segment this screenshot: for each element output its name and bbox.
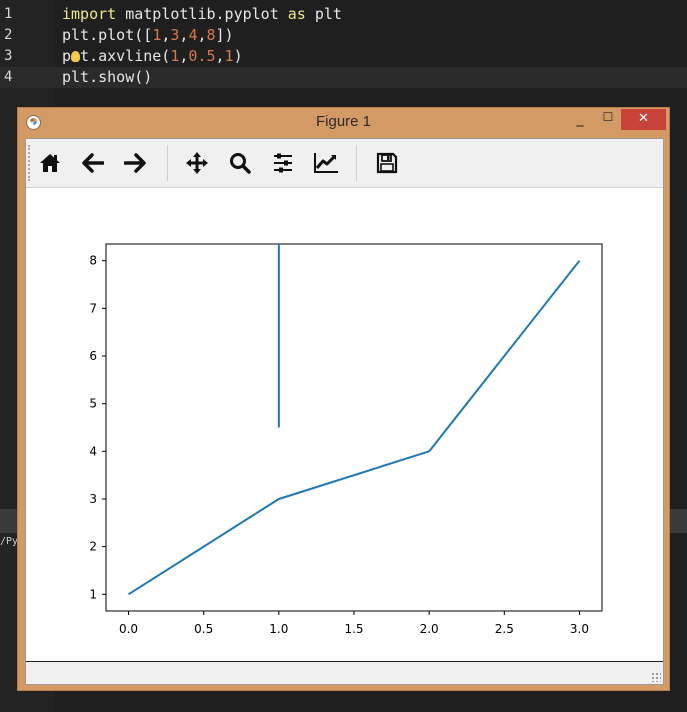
maximize-button[interactable]: ☐ (594, 110, 622, 131)
code-line[interactable]: 4 plt.show() (0, 67, 687, 88)
y-tick-label: 5 (89, 397, 97, 411)
x-tick-label: 2.5 (495, 622, 514, 636)
y-tick-label: 7 (89, 301, 97, 315)
pan-icon (185, 151, 209, 175)
back-arrow-icon (82, 153, 104, 173)
figure-client-area: 0.0 0.5 1.0 1.5 2.0 2.5 3.0 1 2 3 4 5 6 7 8 (25, 138, 664, 685)
code-token: , (197, 26, 207, 44)
code-line[interactable]: 1 import matplotlib.pyplot as plt (0, 4, 687, 25)
line-number: 4 (4, 69, 13, 85)
home-icon (39, 153, 61, 173)
close-button[interactable]: ✕ (621, 109, 666, 130)
x-tick-label: 1.0 (269, 622, 288, 636)
code-token: plt.plot([ (62, 26, 153, 44)
back-button[interactable] (77, 147, 109, 179)
subplots-icon (272, 153, 294, 173)
configure-subplots-button[interactable] (267, 147, 299, 179)
code-line[interactable]: 3 p t.axvline(1,0.5,1) (0, 46, 687, 67)
x-tick-label: 0.0 (119, 622, 138, 636)
code-text[interactable]: import matplotlib.pyplot as plt (62, 4, 342, 25)
navigation-toolbar (26, 139, 663, 188)
keyword-token: as (287, 5, 306, 23)
number-token: 1 (152, 26, 162, 44)
zoom-icon (229, 152, 251, 174)
line-number: 3 (4, 48, 13, 64)
status-bar (26, 661, 663, 684)
code-token: t.axvline( (80, 47, 171, 65)
axes-frame (105, 243, 603, 612)
x-tick-label: 0.5 (194, 622, 213, 636)
series-line (128, 260, 581, 596)
toolbar-grip[interactable] (28, 145, 32, 181)
code-token: plt (305, 5, 342, 23)
code-token: plt.show() (62, 68, 153, 86)
resize-grip[interactable] (651, 672, 661, 682)
y-tick-label: 8 (89, 254, 97, 268)
x-tick-label: 3.0 (570, 622, 589, 636)
edit-axis-button[interactable] (310, 147, 342, 179)
code-text[interactable]: plt.show() (62, 67, 152, 88)
code-text[interactable]: plt.plot([1,3,4,8]) (62, 25, 234, 46)
code-token: ) (233, 47, 243, 65)
code-token: ]) (215, 26, 234, 44)
y-tick-label: 1 (89, 587, 97, 601)
x-tick-label: 2.0 (420, 622, 439, 636)
zoom-button[interactable] (224, 147, 256, 179)
y-tick-label: 4 (89, 444, 97, 458)
number-token: 8 (206, 26, 216, 44)
home-button[interactable] (34, 147, 66, 179)
code-line[interactable]: 2 plt.plot([1,3,4,8]) (0, 25, 687, 46)
minimize-button[interactable]: _ (566, 111, 594, 132)
figure-window[interactable]: Figure 1 _ ☐ ✕ 0.0 0.5 1.0 1.5 2.0 2.5 3… (17, 107, 670, 691)
y-tick-label: 6 (89, 349, 97, 363)
keyword-token: import (62, 5, 117, 23)
forward-arrow-icon (124, 153, 146, 173)
pan-button[interactable] (181, 147, 213, 179)
save-button[interactable] (371, 147, 403, 179)
y-tick-label: 3 (89, 492, 97, 506)
code-token: matplotlib.pyplot (116, 5, 288, 23)
forward-button[interactable] (119, 147, 151, 179)
code-text[interactable]: p t.axvline(1,0.5,1) (62, 46, 243, 67)
console-output: /Py (0, 536, 19, 547)
save-icon (376, 152, 398, 174)
toolbar-separator (356, 145, 357, 181)
code-token: , (215, 47, 225, 65)
figure-canvas[interactable]: 0.0 0.5 1.0 1.5 2.0 2.5 3.0 1 2 3 4 5 6 7 8 (26, 187, 663, 662)
y-tick-label: 2 (89, 540, 97, 554)
toolbar-separator (167, 145, 168, 181)
lightbulb-icon (71, 51, 81, 62)
number-token: 0.5 (188, 47, 216, 65)
window-titlebar[interactable]: Figure 1 _ ☐ ✕ (18, 108, 669, 138)
code-token: p (62, 47, 72, 65)
number-token: 1 (224, 47, 234, 65)
x-tick-label: 1.5 (344, 622, 363, 636)
line-number: 2 (4, 27, 13, 43)
line-number: 1 (4, 6, 13, 22)
edit-axis-icon (313, 152, 339, 174)
